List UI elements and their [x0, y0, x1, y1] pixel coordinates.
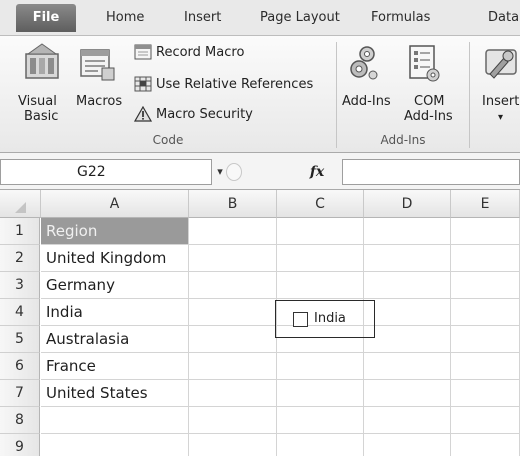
select-all-triangle-icon: [15, 202, 26, 213]
cell-c9[interactable]: [277, 434, 364, 456]
row-header-7[interactable]: 7: [0, 380, 40, 407]
cell-c2[interactable]: [277, 245, 364, 272]
cell-a3[interactable]: Germany: [41, 272, 189, 299]
name-box-value: G22: [77, 164, 106, 180]
checkbox-label: India: [314, 311, 346, 326]
tab-insert[interactable]: Insert: [184, 0, 221, 36]
cell-e1[interactable]: [451, 218, 520, 245]
use-relative-references-label: Use Relative References: [156, 77, 314, 92]
cell-d5[interactable]: [364, 326, 451, 353]
macros-icon: [80, 49, 115, 81]
cell-b5[interactable]: [189, 326, 277, 353]
cell-e8[interactable]: [451, 407, 520, 434]
macro-security-label: Macro Security: [156, 107, 253, 122]
cell-b8[interactable]: [189, 407, 277, 434]
cell-d4[interactable]: [364, 299, 451, 326]
cell-e3[interactable]: [451, 272, 520, 299]
tab-formulas[interactable]: Formulas: [371, 0, 430, 36]
formula-bar-resize-handle[interactable]: [226, 163, 242, 181]
cell-c1[interactable]: [277, 218, 364, 245]
cell-e9[interactable]: [451, 434, 520, 456]
cell-d6[interactable]: [364, 353, 451, 380]
cell-c3[interactable]: [277, 272, 364, 299]
row-header-5[interactable]: 5: [0, 326, 40, 353]
cell-b4[interactable]: [189, 299, 277, 326]
column-header-a[interactable]: A: [41, 190, 189, 218]
record-macro-icon: [134, 44, 152, 60]
visual-basic-icon: [25, 43, 59, 79]
formula-bar: G22 ▾ fx: [0, 153, 520, 190]
group-separator: [469, 42, 470, 148]
add-ins-label: Add-Ins: [342, 94, 391, 109]
worksheet-grid: A B C D E 1 Region 2 United Kingdom 3 Germany…: [0, 190, 520, 456]
cell-e2[interactable]: [451, 245, 520, 272]
tools-icon: [485, 49, 517, 79]
ribbon: Visual Basic Macros Record Macro Use Rel…: [0, 36, 520, 153]
insert-dropdown-arrow: ▾: [498, 112, 504, 123]
cell-b3[interactable]: [189, 272, 277, 299]
cell-c8[interactable]: [277, 407, 364, 434]
cell-a1[interactable]: Region: [41, 218, 189, 245]
checkbox[interactable]: [293, 312, 308, 327]
row-header-8[interactable]: 8: [0, 407, 40, 434]
column-header-c[interactable]: C: [277, 190, 364, 218]
cell-b9[interactable]: [189, 434, 277, 456]
cell-a7[interactable]: United States: [41, 380, 189, 407]
row-header-1[interactable]: 1: [0, 218, 40, 245]
cell-d3[interactable]: [364, 272, 451, 299]
tab-home[interactable]: Home: [106, 0, 144, 36]
row-header-6[interactable]: 6: [0, 353, 40, 380]
gears-icon: [350, 46, 378, 80]
cell-d2[interactable]: [364, 245, 451, 272]
cell-a2[interactable]: United Kingdom: [41, 245, 189, 272]
cell-a9[interactable]: [41, 434, 189, 456]
tab-data[interactable]: Data: [488, 0, 519, 36]
com-add-ins-label-line2: Add-Ins: [404, 109, 453, 124]
cell-c7[interactable]: [277, 380, 364, 407]
select-all-corner[interactable]: [0, 190, 41, 218]
row-header-2[interactable]: 2: [0, 245, 40, 272]
cell-d9[interactable]: [364, 434, 451, 456]
cell-e6[interactable]: [451, 353, 520, 380]
record-macro-label: Record Macro: [156, 45, 245, 60]
macros-label: Macros: [76, 94, 123, 109]
cell-a6[interactable]: France: [41, 353, 189, 380]
cell-d1[interactable]: [364, 218, 451, 245]
column-header-e[interactable]: E: [451, 190, 520, 218]
com-add-ins-icon: [409, 45, 440, 82]
cell-d8[interactable]: [364, 407, 451, 434]
visual-basic-label-line2: Basic: [24, 109, 59, 124]
india-checkbox-control[interactable]: India: [275, 300, 375, 338]
cell-e5[interactable]: [451, 326, 520, 353]
column-header-b[interactable]: B: [189, 190, 277, 218]
tab-file[interactable]: File: [16, 4, 76, 32]
cell-c6[interactable]: [277, 353, 364, 380]
ribbon-tab-bar: File Home Insert Page Layout Formulas Da…: [0, 0, 520, 36]
cell-e7[interactable]: [451, 380, 520, 407]
cell-a4[interactable]: India: [41, 299, 189, 326]
add-ins-group-title: Add-Ins: [380, 133, 426, 147]
cell-b2[interactable]: [189, 245, 277, 272]
insert-controls-label: Insert: [482, 94, 520, 109]
relative-references-icon: [134, 76, 152, 92]
cell-a8[interactable]: [41, 407, 189, 434]
visual-basic-label-line1: Visual: [18, 94, 57, 109]
insert-function-icon[interactable]: fx: [300, 161, 334, 183]
row-header-3[interactable]: 3: [0, 272, 40, 299]
cell-b7[interactable]: [189, 380, 277, 407]
cell-b1[interactable]: [189, 218, 277, 245]
cell-a5[interactable]: Australasia: [41, 326, 189, 353]
cell-e4[interactable]: [451, 299, 520, 326]
name-box[interactable]: G22: [0, 159, 212, 185]
column-header-d[interactable]: D: [364, 190, 451, 218]
formula-input[interactable]: [342, 159, 520, 185]
com-add-ins-label-line1: COM: [414, 94, 445, 109]
cell-b6[interactable]: [189, 353, 277, 380]
cell-d7[interactable]: [364, 380, 451, 407]
tab-page-layout[interactable]: Page Layout: [260, 0, 340, 36]
code-group-title: Code: [152, 133, 184, 147]
row-header-4[interactable]: 4: [0, 299, 40, 326]
row-header-9[interactable]: 9: [0, 434, 40, 456]
warning-icon: [134, 106, 152, 122]
